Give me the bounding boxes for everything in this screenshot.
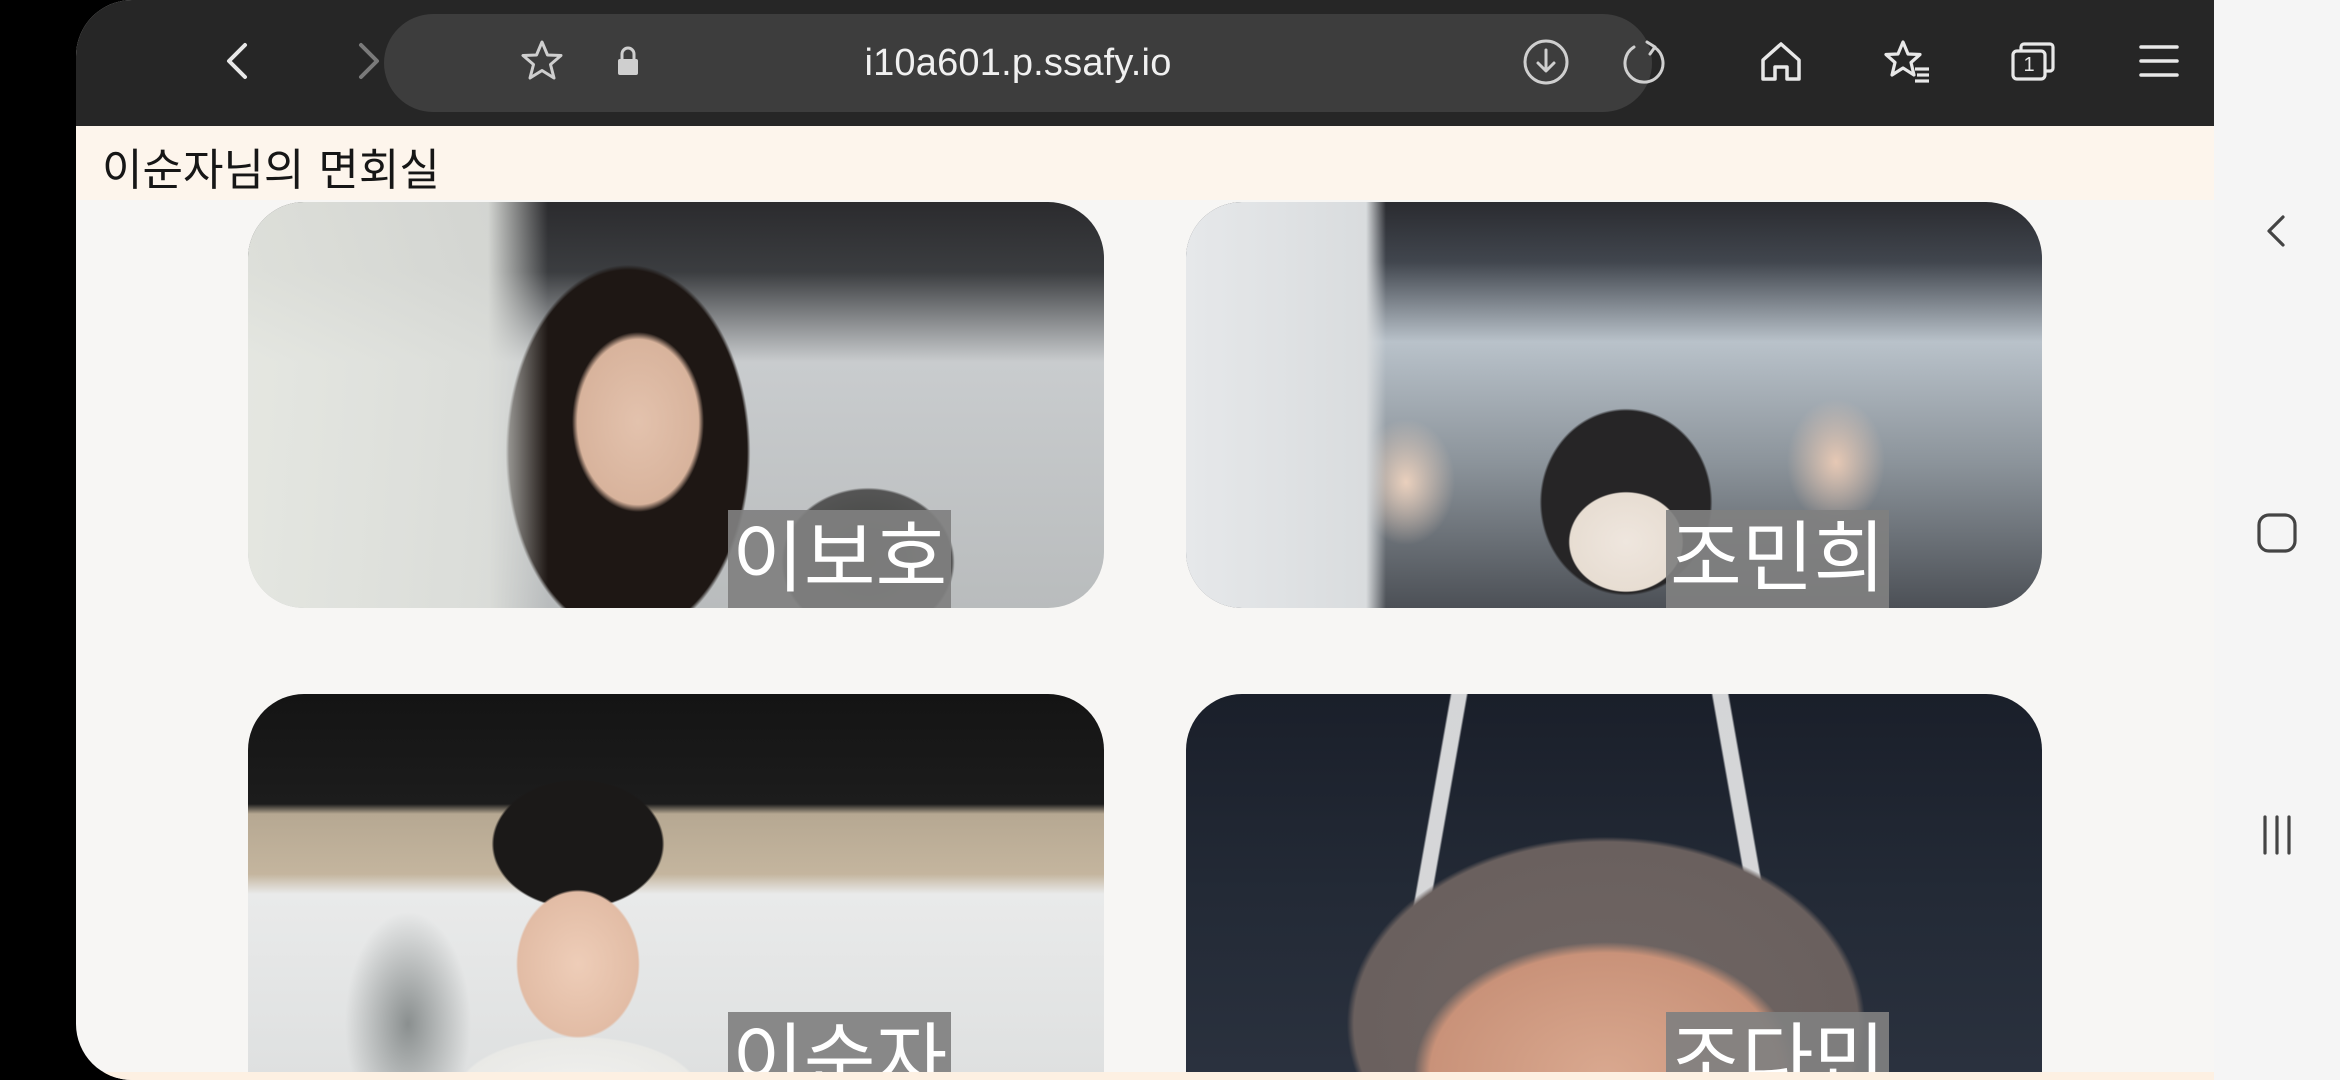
- download-icon: [1520, 36, 1572, 92]
- participant-name: 이보호: [728, 510, 952, 608]
- hamburger-menu-icon: [2131, 33, 2187, 93]
- back-icon: [2251, 205, 2303, 261]
- home-icon: [2251, 507, 2303, 563]
- url-text[interactable]: i10a601.p.ssafy.io: [384, 14, 1652, 112]
- reload-button[interactable]: [1616, 36, 1672, 92]
- participant-name: 이순자: [728, 1012, 952, 1080]
- video-feed: [1186, 202, 2042, 608]
- menu-button[interactable]: [2126, 30, 2192, 96]
- video-tile[interactable]: 조민희: [1186, 202, 2042, 608]
- system-recents-button[interactable]: [2246, 806, 2308, 868]
- tab-count: 1: [2023, 54, 2035, 76]
- participant-name: 조민희: [1666, 510, 1890, 608]
- star-list-icon: [1879, 33, 1935, 93]
- page-title: 이순자님의 면회실: [102, 145, 440, 196]
- tabs-button[interactable]: 1: [2000, 30, 2066, 96]
- page-footer-strip: [76, 1072, 2214, 1080]
- home-button[interactable]: [1748, 30, 1814, 96]
- video-feed: [1186, 694, 2042, 1080]
- video-tile[interactable]: 이순자: [248, 694, 1104, 1080]
- browser-window: i10a601.p.ssafy.io 1 이순자님의 면회실 이보호 조민희 이…: [76, 0, 2214, 1080]
- page-header: 이순자님의 면회실: [76, 126, 2214, 200]
- bookmarks-button[interactable]: [1874, 30, 1940, 96]
- video-feed: [248, 202, 1104, 608]
- reload-icon: [1618, 36, 1670, 92]
- chevron-left-icon: [211, 33, 267, 93]
- system-home-button[interactable]: [2246, 504, 2308, 566]
- video-tile[interactable]: 조다민: [1186, 694, 2042, 1080]
- back-button[interactable]: [206, 30, 272, 96]
- participant-name: 조다민: [1666, 1012, 1890, 1080]
- system-navigation-bar: [2214, 0, 2340, 1080]
- recents-icon: [2251, 809, 2303, 865]
- browser-toolbar: i10a601.p.ssafy.io 1: [76, 0, 2214, 126]
- device-bezel: [0, 0, 76, 1080]
- system-back-button[interactable]: [2246, 202, 2308, 264]
- tabs-icon: 1: [2005, 35, 2061, 91]
- home-icon: [1753, 33, 1809, 93]
- video-tile[interactable]: 이보호: [248, 202, 1104, 608]
- download-button[interactable]: [1518, 36, 1574, 92]
- address-bar[interactable]: i10a601.p.ssafy.io: [384, 14, 1665, 112]
- video-feed: [248, 694, 1104, 1080]
